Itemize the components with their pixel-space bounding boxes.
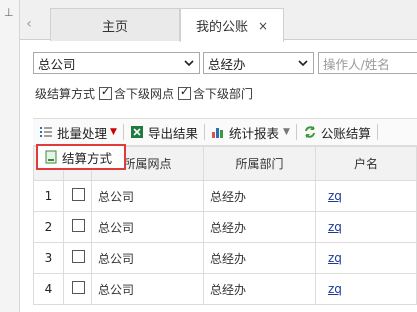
menu-item-settle-method-label: 结算方式: [62, 150, 113, 166]
row-checkbox-cell[interactable]: [63, 211, 92, 243]
settlement-options: 级结算方式 含下级网点 含下级部门: [35, 84, 253, 102]
row-user: zq: [315, 211, 417, 243]
row-checkbox-cell[interactable]: [63, 273, 92, 305]
table-row[interactable]: 4 总公司 总经办 zq: [33, 273, 417, 305]
statistics-report-button[interactable]: 统计报表 ▼: [205, 119, 296, 145]
table-row[interactable]: 1 总公司 总经办 zq: [33, 180, 417, 212]
row-site: 总公司: [91, 180, 204, 212]
row-number: 1: [33, 180, 64, 212]
row-user-link[interactable]: zq: [328, 220, 342, 234]
row-user: zq: [315, 273, 417, 305]
row-user-link[interactable]: zq: [328, 282, 342, 296]
row-site: 总公司: [91, 211, 204, 243]
menu-item-settle-method[interactable]: 结算方式: [36, 144, 126, 170]
row-user-link[interactable]: zq: [328, 251, 342, 265]
header-dept[interactable]: 所属部门: [203, 146, 316, 181]
table-row[interactable]: 3 总公司 总经办 zq: [33, 242, 417, 274]
list-icon: [40, 127, 52, 137]
row-site: 总公司: [91, 242, 204, 274]
close-icon[interactable]: ×: [258, 19, 268, 33]
account-settle-label: 公账结算: [320, 125, 371, 141]
row-site: 总公司: [91, 273, 204, 305]
batch-process-label: 批量处理: [57, 125, 108, 141]
row-user: zq: [315, 180, 417, 212]
department-select[interactable]: 总经办: [203, 52, 314, 74]
row-checkbox[interactable]: [72, 188, 85, 201]
tab-home[interactable]: 主页: [50, 8, 180, 41]
tab-my-account-label: 我的公账: [195, 20, 248, 35]
row-number: 2: [33, 211, 64, 243]
table-row[interactable]: 2 总公司 总经办 zq: [33, 211, 417, 243]
row-checkbox[interactable]: [72, 250, 85, 263]
row-user: zq: [315, 242, 417, 274]
export-results-label: 导出结果: [147, 125, 198, 141]
caret-down-icon: ▼: [110, 127, 117, 137]
caret-down-icon: ▼: [282, 127, 290, 137]
row-checkbox[interactable]: [72, 281, 85, 294]
tab-my-account[interactable]: 我的公账 ×: [180, 8, 284, 42]
toolbar-divider: [376, 124, 378, 140]
tab-home-label: 主页: [101, 19, 128, 35]
settlement-options-label: 级结算方式: [35, 86, 96, 101]
operator-search-input[interactable]: 操作人/姓名: [318, 52, 417, 74]
include-sub-sites-label: 含下级网点: [114, 86, 175, 101]
department-select-value: 总经办: [208, 56, 246, 72]
side-strip: ⊥: [0, 0, 20, 312]
company-select-value: 总公司: [38, 56, 76, 72]
tab-bar: ‹ 主页 我的公账 ×: [20, 0, 417, 42]
excel-icon: [130, 126, 143, 138]
chevron-down-icon: [298, 60, 308, 67]
include-sub-depts-label: 含下级部门: [193, 86, 254, 101]
toolbar: 批量处理 ▼ 导出结果 统计报表 ▼ 公账结算: [33, 118, 417, 146]
row-number: 3: [33, 242, 64, 274]
row-checkbox[interactable]: [72, 219, 85, 232]
operator-search-placeholder: 操作人/姓名: [323, 56, 390, 72]
pin-icon[interactable]: ⊥: [4, 6, 14, 19]
header-user[interactable]: 户名: [315, 146, 417, 181]
row-dept: 总经办: [203, 273, 316, 305]
row-checkbox-cell[interactable]: [63, 242, 92, 274]
statistics-report-label: 统计报表: [228, 125, 279, 141]
refresh-icon: [304, 126, 315, 138]
company-select[interactable]: 总公司: [33, 52, 200, 74]
tab-scroll-left-icon[interactable]: ‹: [20, 8, 38, 40]
row-dept: 总经办: [203, 211, 316, 243]
row-checkbox-cell[interactable]: [63, 180, 92, 212]
include-sub-depts-checkbox[interactable]: [178, 85, 192, 100]
account-settle-button[interactable]: 公账结算: [297, 119, 377, 145]
document-icon: [45, 150, 57, 164]
chevron-down-icon: [184, 60, 194, 67]
row-user-link[interactable]: zq: [328, 189, 342, 203]
row-number: 4: [33, 273, 64, 305]
bar-chart-icon: [211, 128, 223, 138]
row-dept: 总经办: [203, 180, 316, 212]
batch-process-button[interactable]: 批量处理 ▼: [33, 119, 123, 145]
row-dept: 总经办: [203, 242, 316, 274]
export-results-button[interactable]: 导出结果: [124, 119, 204, 145]
include-sub-sites-checkbox[interactable]: [99, 85, 113, 100]
